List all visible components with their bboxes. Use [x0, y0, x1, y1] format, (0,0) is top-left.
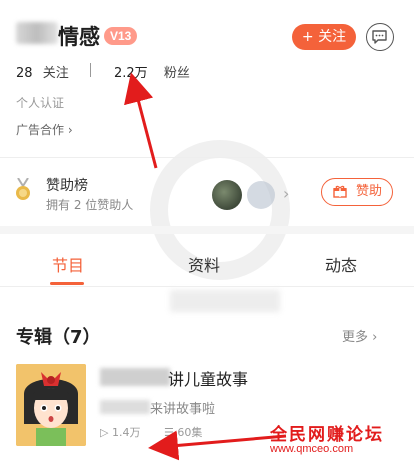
album-item-title[interactable]: 讲儿童故事: [168, 366, 248, 390]
section-gap: [0, 226, 414, 234]
chevron-right-icon[interactable]: ›: [283, 184, 289, 203]
active-tab-indicator: [50, 282, 84, 285]
chat-icon: [372, 30, 387, 44]
tab-profile[interactable]: 资料: [188, 252, 220, 276]
blurred-desc-part: [100, 400, 150, 414]
follow-button[interactable]: + 关注: [292, 24, 356, 50]
album-cover-image[interactable]: [16, 364, 86, 446]
play-count-row: ▷ 1.4万: [100, 424, 140, 440]
episode-count-row: ☰ 60集: [164, 424, 202, 440]
sponsor-ranking-title[interactable]: 赞助榜: [46, 175, 88, 195]
ad-cooperation-link[interactable]: 广告合作 ›: [16, 121, 73, 138]
tab-programs[interactable]: 节目: [52, 252, 84, 276]
play-icon: ▷: [100, 426, 109, 439]
blurred-name-part: [16, 22, 58, 44]
followers-stat: 2.2万 粉丝: [114, 62, 190, 81]
certification-label: 个人认证: [16, 96, 65, 110]
followers-count[interactable]: 2.2万: [114, 62, 148, 81]
message-button[interactable]: [366, 23, 394, 51]
forum-watermark-title: 全民网赚论坛: [270, 425, 384, 445]
arrow-to-followers: [124, 72, 158, 169]
stats-row: 28 关注: [16, 62, 69, 81]
more-albums-link[interactable]: 更多 ›: [342, 326, 377, 345]
sponsor-avatar[interactable]: [247, 181, 275, 209]
sponsor-avatar[interactable]: [212, 180, 242, 210]
stats-divider: [90, 63, 91, 77]
section-divider: [0, 157, 414, 158]
tabs-divider: [0, 286, 414, 287]
album-heading: 专辑（7）: [16, 327, 101, 348]
forum-watermark-url: www.qmceo.com: [270, 443, 354, 455]
tab-activity[interactable]: 动态: [325, 252, 357, 276]
blurred-title-part: [100, 368, 170, 386]
following-label[interactable]: 关注: [43, 62, 69, 81]
following-count[interactable]: 28: [16, 66, 33, 81]
medal-icon: [16, 178, 30, 200]
list-icon: ☰: [164, 426, 174, 439]
level-badge: V13: [104, 27, 138, 45]
gift-icon: [333, 185, 347, 198]
sponsor-button[interactable]: 赞助: [321, 178, 393, 206]
play-count: 1.4万: [111, 426, 141, 439]
profile-name: 情感: [58, 25, 100, 49]
blurred-region: [170, 290, 280, 312]
sponsor-count: 拥有 2 位赞助人: [46, 198, 134, 212]
followers-label[interactable]: 粉丝: [164, 62, 190, 81]
album-item-description: 来讲故事啦: [150, 402, 216, 417]
episode-count: 60集: [177, 426, 203, 439]
